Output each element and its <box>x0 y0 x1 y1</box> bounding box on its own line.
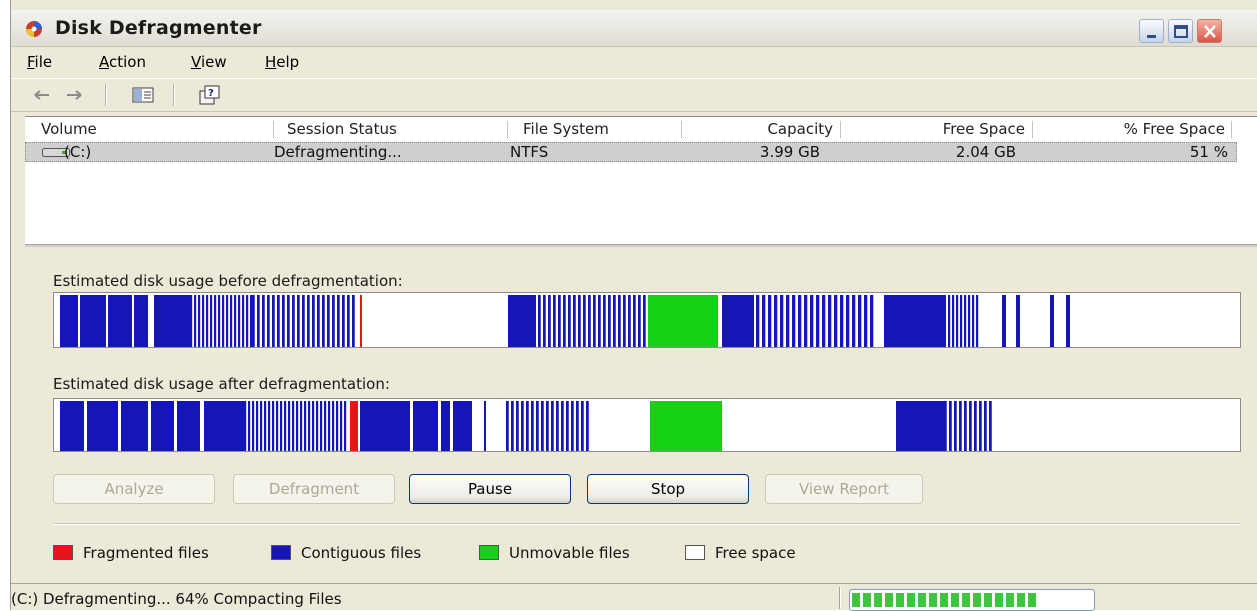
disk-defragmenter-window: Disk Defragmenter File Action View Help <box>10 0 1257 611</box>
pause-button[interactable]: Pause <box>409 474 571 504</box>
menu-file[interactable]: File <box>27 53 52 71</box>
analyze-button[interactable]: Analyze <box>53 474 215 504</box>
menu-bar: File Action View Help <box>11 47 1257 77</box>
status-bar: (C:) Defragmenting... 64% Compacting Fil… <box>11 583 1257 611</box>
column-header-volume[interactable]: Volume <box>41 117 271 141</box>
legend-swatch-unmovable <box>479 545 499 560</box>
free-space: 2.04 GB <box>955 143 1016 161</box>
status-text: (C:) Defragmenting... 64% Compacting Fil… <box>11 590 342 608</box>
back-arrow-icon[interactable] <box>29 83 57 107</box>
column-divider[interactable] <box>1032 121 1033 138</box>
maximize-icon <box>1174 25 1188 38</box>
close-icon <box>1204 25 1216 38</box>
legend-swatch-contiguous <box>271 545 291 560</box>
help-icon[interactable]: ? <box>195 83 223 107</box>
pane-divider[interactable] <box>25 244 1257 247</box>
view-report-button[interactable]: View Report <box>765 474 923 504</box>
stop-button[interactable]: Stop <box>587 474 749 504</box>
maximize-button[interactable] <box>1168 19 1193 43</box>
minimize-icon <box>1147 35 1156 38</box>
window-title: Disk Defragmenter <box>55 17 262 39</box>
before-usage-bar <box>53 292 1241 348</box>
column-divider[interactable] <box>1231 121 1232 138</box>
before-usage-label: Estimated disk usage before defragmentat… <box>53 272 403 290</box>
minimize-button[interactable] <box>1139 19 1164 43</box>
menu-view[interactable]: View <box>191 53 227 71</box>
legend-label-unmovable: Unmovable files <box>509 544 630 562</box>
file-system: NTFS <box>510 143 549 161</box>
column-header-free-space[interactable]: Free Space <box>847 117 1025 141</box>
svg-text:?: ? <box>208 88 214 99</box>
percent-free-space: 51 % <box>1189 143 1228 161</box>
close-button[interactable] <box>1197 19 1222 43</box>
column-header-percent-free-space[interactable]: % Free Space <box>1039 117 1225 141</box>
legend-label-contiguous: Contiguous files <box>301 544 422 562</box>
disk-defragmenter-icon <box>26 21 42 37</box>
column-divider[interactable] <box>681 121 682 138</box>
progress-fill <box>852 593 1036 607</box>
volume-list: Volume Session Status File System Capaci… <box>25 116 1257 245</box>
show-hide-console-icon[interactable] <box>129 83 157 107</box>
before-usage-graphic <box>60 295 1070 347</box>
menu-help[interactable]: Help <box>265 53 299 71</box>
toolbar-separator <box>173 84 175 106</box>
title-bar[interactable]: Disk Defragmenter <box>11 10 1257 47</box>
volume-row[interactable]: (C:) Defragmenting... NTFS 3.99 GB 2.04 … <box>25 142 1237 162</box>
legend-swatch-free-space <box>685 545 705 560</box>
volume-name: (C:) <box>64 143 92 161</box>
progress-bar <box>849 589 1095 611</box>
session-status: Defragmenting... <box>274 143 402 161</box>
defragment-button[interactable]: Defragment <box>233 474 395 504</box>
menu-action[interactable]: Action <box>99 53 146 71</box>
legend-label-fragmented: Fragmented files <box>83 544 209 562</box>
legend-separator <box>53 523 1241 525</box>
forward-arrow-icon[interactable] <box>61 83 89 107</box>
column-divider[interactable] <box>840 121 841 138</box>
column-header-capacity[interactable]: Capacity <box>687 117 833 141</box>
after-usage-bar <box>53 398 1241 452</box>
after-usage-label: Estimated disk usage after defragmentati… <box>53 375 390 393</box>
after-usage-graphic <box>60 401 992 451</box>
legend-swatch-fragmented <box>53 545 73 560</box>
column-header-session-status[interactable]: Session Status <box>287 117 507 141</box>
column-header-file-system[interactable]: File System <box>523 117 673 141</box>
capacity: 3.99 GB <box>759 143 820 161</box>
legend-label-free-space: Free space <box>715 544 796 562</box>
column-divider[interactable] <box>273 121 274 138</box>
toolbar: ? <box>11 78 1257 112</box>
toolbar-separator <box>105 84 107 106</box>
status-separator <box>839 587 841 609</box>
column-divider[interactable] <box>507 121 508 138</box>
